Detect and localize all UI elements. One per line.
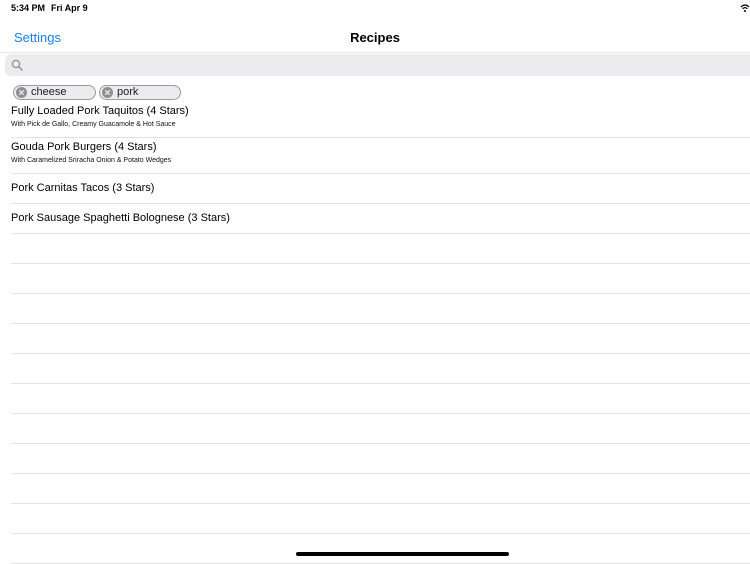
recipe-title: Pork Sausage Spaghetti Bolognese (3 Star…	[11, 212, 230, 224]
recipe-title: Gouda Pork Burgers (4 Stars)	[11, 141, 157, 153]
status-time: 5:34 PM	[11, 3, 46, 13]
recipe-row[interactable]: Gouda Pork Burgers (4 Stars) With Carame…	[11, 138, 750, 174]
empty-row	[11, 354, 750, 384]
status-bar: 5:34 PM Fri Apr 9	[0, 0, 750, 18]
empty-row	[11, 264, 750, 294]
recipe-row[interactable]: Fully Loaded Pork Taquitos (4 Stars) Wit…	[11, 102, 750, 138]
empty-row	[11, 234, 750, 264]
empty-row	[11, 474, 750, 504]
token-label: pork	[117, 86, 139, 98]
wifi-icon	[740, 4, 750, 12]
remove-token-icon[interactable]	[16, 87, 27, 98]
empty-row	[11, 504, 750, 534]
recipe-row[interactable]: Pork Sausage Spaghetti Bolognese (3 Star…	[11, 204, 750, 234]
token-pork[interactable]: pork	[99, 85, 181, 100]
empty-row	[11, 324, 750, 354]
token-cheese[interactable]: cheese	[13, 85, 96, 100]
empty-row	[11, 414, 750, 444]
recipe-title: Fully Loaded Pork Taquitos (4 Stars)	[11, 105, 189, 117]
recipe-list: Fully Loaded Pork Taquitos (4 Stars) Wit…	[11, 102, 750, 564]
recipe-subtitle: With Caramelized Sriracha Onion & Potato…	[11, 157, 172, 164]
home-indicator[interactable]	[296, 552, 509, 556]
recipe-row[interactable]: Pork Carnitas Tacos (3 Stars)	[11, 174, 750, 204]
search-input[interactable]	[29, 56, 733, 76]
empty-row	[11, 294, 750, 324]
empty-row	[11, 534, 750, 564]
empty-row	[11, 384, 750, 414]
empty-row	[11, 444, 750, 474]
navigation-bar: Settings Recipes	[0, 20, 750, 53]
search-icon	[11, 59, 23, 71]
recipe-subtitle: With Pick de Gallo, Creamy Guacamole & H…	[11, 121, 176, 128]
remove-token-icon[interactable]	[102, 87, 113, 98]
search-bar[interactable]	[5, 54, 750, 76]
status-date: Fri Apr 9	[51, 3, 88, 13]
token-label: cheese	[31, 86, 67, 98]
recipe-title: Pork Carnitas Tacos (3 Stars)	[11, 182, 155, 194]
page-title: Recipes	[350, 30, 400, 45]
